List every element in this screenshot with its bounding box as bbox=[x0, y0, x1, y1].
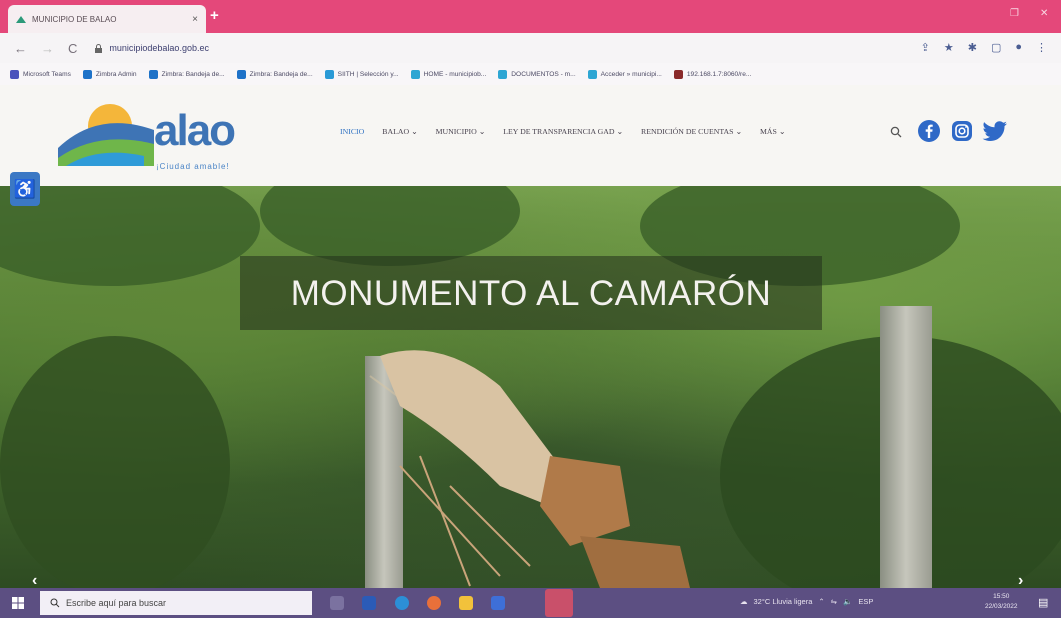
logo-text: alao bbox=[154, 106, 236, 155]
slider-prev-arrow[interactable]: ‹ bbox=[32, 572, 37, 588]
search-icon[interactable] bbox=[890, 126, 902, 138]
menu-dots-icon[interactable]: ⋮ bbox=[1036, 41, 1047, 54]
extensions-icon[interactable]: ✱ bbox=[968, 41, 977, 54]
bookmark-item[interactable]: SIITH | Selección y... bbox=[324, 69, 399, 79]
menu-item-balao[interactable]: BALAO ⌄ bbox=[382, 127, 417, 136]
logo-tagline: ¡Ciudad amable! bbox=[156, 162, 230, 171]
browser-tabstrip: MUNICIPIO DE BALAO × + ❐ ✕ bbox=[0, 0, 1061, 33]
tree-foliage bbox=[0, 336, 230, 588]
clock-time: 15:50 bbox=[993, 593, 1010, 600]
bookmark-item[interactable]: DOCUMENTOS - m... bbox=[498, 69, 576, 79]
taskbar-clock[interactable]: 15:50 22/03/2022 bbox=[985, 592, 1018, 612]
site-header: alao ¡Ciudad amable! INICIO BALAO ⌄ MUNI… bbox=[0, 85, 1061, 186]
bookmark-item[interactable]: Microsoft Teams bbox=[10, 69, 71, 79]
file-explorer-icon[interactable] bbox=[459, 596, 473, 610]
bookmark-item[interactable]: Acceder » municipi... bbox=[587, 69, 662, 79]
taskbar-search-placeholder: Escribe aquí para buscar bbox=[66, 598, 167, 608]
back-icon[interactable]: ← bbox=[14, 41, 27, 56]
address-bar: ← → C municipiodebalao.gob.ec ⇪ ★ ✱ ▢ ● … bbox=[0, 33, 1061, 63]
lock-icon[interactable] bbox=[95, 43, 103, 53]
bookmark-item[interactable]: HOME - municipiob... bbox=[410, 69, 486, 79]
screen: MUNICIPIO DE BALAO × + ❐ ✕ ← → C municip… bbox=[0, 0, 1061, 618]
language-indicator[interactable]: ESP bbox=[858, 597, 873, 606]
system-tray: ☁ 32°C Lluvia ligera ⌃ ⇋ 🔈 ESP bbox=[740, 597, 873, 606]
search-icon bbox=[50, 598, 60, 608]
chrome-icon[interactable] bbox=[545, 589, 573, 617]
bookmark-item[interactable]: 192.168.1.7:8060/re... bbox=[673, 69, 751, 79]
reload-icon[interactable]: C bbox=[68, 41, 77, 56]
instagram-icon[interactable] bbox=[951, 120, 973, 142]
browser-toolbar-icons: ⇪ ★ ✱ ▢ ● ⋮ bbox=[921, 41, 1047, 54]
url-input[interactable]: municipiodebalao.gob.ec bbox=[109, 43, 209, 53]
bookmark-icon bbox=[587, 69, 597, 79]
site-favicon-icon bbox=[16, 16, 26, 23]
taskbar-search[interactable]: Escribe aquí para buscar bbox=[40, 591, 312, 615]
browser-tab[interactable]: MUNICIPIO DE BALAO × bbox=[8, 5, 206, 33]
new-tab-button[interactable]: + bbox=[210, 7, 219, 24]
palm-frond bbox=[260, 186, 520, 266]
tray-chevron-icon[interactable]: ⌃ bbox=[818, 597, 824, 606]
bookmark-item[interactable]: Zimbra: Bandeja de... bbox=[148, 69, 225, 79]
tab-close-icon[interactable]: × bbox=[192, 14, 198, 25]
logo-mark-icon bbox=[58, 104, 154, 166]
windows-taskbar: Escribe aquí para buscar ☁ 32°C Lluvia l… bbox=[0, 588, 1061, 618]
menu-item-municipio[interactable]: MUNICIPIO ⌄ bbox=[436, 127, 486, 136]
bookmark-item[interactable]: Zimbra Admin bbox=[82, 69, 137, 79]
hero-slider[interactable]: MONUMENTO AL CAMARÓN ‹ › bbox=[0, 186, 1061, 588]
palm-trunk bbox=[880, 306, 932, 588]
menu-item-rendicion[interactable]: RENDICIÓN DE CUENTAS ⌄ bbox=[641, 127, 742, 136]
bookmarks-bar: Microsoft Teams Zimbra Admin Zimbra: Ban… bbox=[0, 63, 1061, 85]
sidebar-icon[interactable]: ▢ bbox=[991, 41, 1001, 54]
windows-start-icon[interactable] bbox=[12, 597, 24, 609]
menu-item-inicio[interactable]: INICIO bbox=[340, 127, 364, 136]
edge-icon[interactable] bbox=[395, 596, 409, 610]
app-icon[interactable] bbox=[491, 596, 505, 610]
bookmark-icon bbox=[148, 69, 158, 79]
bookmark-icon bbox=[673, 69, 683, 79]
menu-item-transparencia[interactable]: LEY DE TRANSPARENCIA GAD ⌄ bbox=[503, 127, 623, 136]
share-icon[interactable]: ⇪ bbox=[921, 41, 930, 54]
firefox-icon[interactable] bbox=[427, 596, 441, 610]
bookmark-icon bbox=[82, 69, 92, 79]
bookmark-icon bbox=[236, 69, 246, 79]
weather-text[interactable]: 32°C Lluvia ligera bbox=[754, 597, 813, 606]
clock-date: 22/03/2022 bbox=[985, 603, 1018, 610]
bookmark-star-icon[interactable]: ★ bbox=[944, 41, 954, 54]
bookmark-icon bbox=[324, 69, 334, 79]
facebook-icon[interactable] bbox=[918, 120, 940, 142]
accessibility-button[interactable]: ♿ bbox=[10, 172, 40, 206]
main-menu: INICIO BALAO ⌄ MUNICIPIO ⌄ LEY DE TRANSP… bbox=[340, 127, 785, 136]
bookmark-icon bbox=[10, 69, 19, 79]
forward-icon[interactable]: → bbox=[41, 41, 54, 56]
site-logo[interactable]: alao ¡Ciudad amable! bbox=[58, 98, 236, 176]
window-close-icon[interactable]: ✕ bbox=[1040, 8, 1048, 19]
notification-icon[interactable]: ▤ bbox=[1038, 596, 1048, 609]
bookmark-icon bbox=[498, 69, 508, 79]
twitter-icon[interactable] bbox=[982, 120, 1008, 142]
tab-title: MUNICIPIO DE BALAO bbox=[32, 14, 117, 24]
menu-item-mas[interactable]: MÁS ⌄ bbox=[760, 127, 785, 136]
volume-icon[interactable]: 🔈 bbox=[843, 597, 852, 606]
shrimp-monument-image bbox=[369, 350, 690, 588]
network-icon[interactable]: ⇋ bbox=[831, 597, 837, 606]
bookmark-item[interactable]: Zimbra: Bandeja de... bbox=[236, 69, 313, 79]
slider-next-arrow[interactable]: › bbox=[1018, 572, 1023, 588]
wheelchair-icon: ♿ bbox=[13, 178, 37, 199]
word-icon[interactable] bbox=[362, 596, 376, 610]
bookmark-icon bbox=[410, 69, 420, 79]
window-restore-icon[interactable]: ❐ bbox=[1010, 8, 1019, 19]
weather-icon[interactable]: ☁ bbox=[740, 597, 748, 606]
hero-title: MONUMENTO AL CAMARÓN bbox=[290, 274, 772, 313]
task-view-icon[interactable] bbox=[330, 596, 344, 610]
profile-icon[interactable]: ● bbox=[1015, 41, 1022, 54]
